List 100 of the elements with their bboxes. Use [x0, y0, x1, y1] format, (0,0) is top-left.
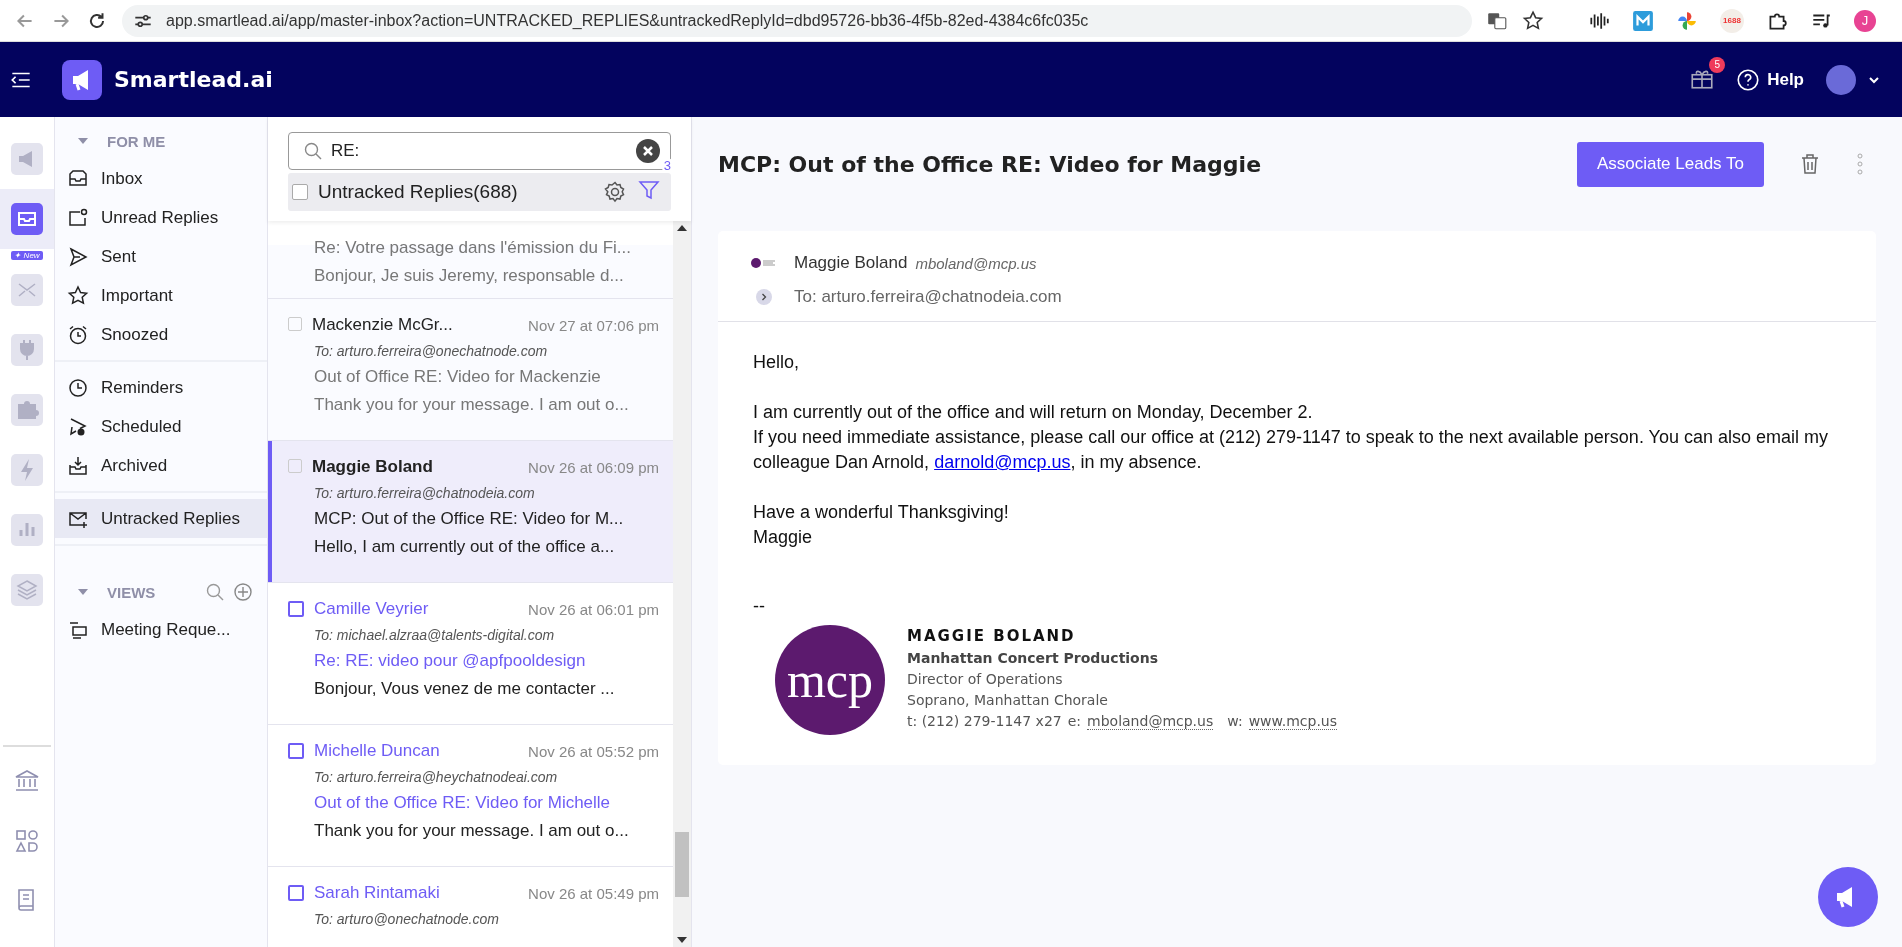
email-preview: Bonjour, Je suis Jeremy, responsable d...	[313, 266, 625, 286]
scroll-thumb[interactable]	[675, 832, 689, 897]
nav-item[interactable]: Snoozed	[55, 315, 267, 354]
body-text: I am currently out of the office and will return on Monday, December 2.	[753, 401, 1314, 424]
checkbox[interactable]	[288, 743, 304, 759]
checkbox[interactable]	[288, 459, 302, 473]
puzzle-icon	[11, 394, 43, 426]
email-preview: Thank you for your message. I am out o...	[313, 821, 630, 841]
mail-x-icon	[11, 274, 43, 306]
email-date: Nov 26 at 06:09 pm	[528, 458, 659, 476]
email-label: e:	[1067, 713, 1082, 730]
email-date: Nov 26 at 06:01 pm	[528, 600, 659, 618]
email-preview: Thank you for your message. I am out o...	[313, 395, 630, 415]
recipient-address: To: arturo@onechatnode.com	[313, 911, 500, 927]
company-logo: mcp	[775, 625, 885, 735]
inbox-icon	[11, 203, 43, 235]
nav-item[interactable]: Sent	[55, 237, 267, 276]
signature-name: MAGGIE BOLAND	[907, 627, 1077, 645]
checkbox[interactable]	[288, 601, 304, 617]
checkbox[interactable]	[288, 317, 302, 331]
profile-avatar[interactable]: J	[1854, 9, 1876, 32]
nav-item[interactable]: Inbox	[55, 159, 267, 198]
chart-icon	[11, 514, 43, 546]
email-subject: Out of the Office RE: Video for Michelle	[313, 793, 612, 813]
body-text: If you need immediate assistance, please call our office at (212) 279-1147 to speak to the next available person. You can also email my colleague Dan Arnold, darnold@mcp.us, in my absence.	[753, 426, 1829, 474]
checkbox[interactable]	[288, 885, 304, 901]
recipient-address: To: arturo.ferreira@chatnodeia.com	[794, 287, 1062, 307]
archive-icon	[67, 454, 89, 477]
megaphone-icon	[11, 143, 43, 175]
email-item[interactable]: Maggie Boland Nov 26 at 06:09 pm To: arturo.ferreira@chatnodeia.com MCP: Out of the Office RE: Video for M... Hello, I am currently out of the office a...	[268, 441, 673, 583]
clock-icon	[67, 376, 89, 399]
shapes-icon[interactable]	[13, 827, 41, 855]
filter-count: 3	[661, 158, 673, 173]
scrollbar[interactable]	[673, 221, 691, 947]
expand-icon[interactable]	[756, 289, 772, 305]
signature-phone: t: (212) 279-1147 x27	[907, 713, 1062, 730]
nav-item[interactable]: Unread Replies	[55, 198, 267, 237]
layers-icon	[11, 574, 43, 606]
nav-item[interactable]: Untracked Replies	[55, 499, 267, 538]
email-subject-title: MCP: Out of the Office RE: Video for Maggie	[718, 151, 1263, 177]
signature-company: Manhattan Concert Productions	[907, 650, 1160, 666]
associate-leads-button[interactable]: Associate Leads To	[1576, 141, 1764, 187]
nav-item[interactable]: Reminders	[55, 368, 267, 407]
email-subject: MCP: Out of the Office RE: Video for M...	[313, 509, 625, 529]
sender-name: Sarah Rintamaki	[314, 883, 441, 903]
recipient-address: To: arturo.ferreira@onechatnode.com	[313, 343, 549, 359]
scroll-down-icon[interactable]	[677, 937, 687, 943]
body-text: Maggie	[753, 526, 814, 549]
notification-count: 5	[1709, 56, 1726, 73]
email-date: Nov 26 at 05:49 pm	[528, 884, 659, 902]
new-badge: ✦ New	[11, 251, 43, 260]
email-date: Nov 26 at 05:52 pm	[528, 742, 659, 760]
email-subject: Out of Office RE: Video for Mackenzie	[313, 367, 602, 387]
sent-icon	[67, 245, 89, 268]
m-logo-icon[interactable]	[1632, 9, 1654, 32]
extension-badge[interactable]: 1688	[1720, 8, 1744, 33]
settings-icon[interactable]	[603, 180, 627, 204]
help-link[interactable]: Help	[1735, 66, 1804, 93]
pinwheel-icon[interactable]	[1676, 9, 1698, 32]
email-item[interactable]: Mackenzie McGr... Nov 27 at 07:06 pm To: arturo.ferreira@onechatnode.com Out of Office RE: Video for Mackenzie Thank you for your message. I am out o...	[268, 299, 673, 441]
scheduled-icon	[67, 415, 89, 438]
bolt-icon	[11, 454, 43, 486]
recipient-address: To: arturo.ferreira@chatnodeia.com	[313, 485, 536, 501]
chat-launcher-icon[interactable]	[1818, 867, 1878, 927]
unread-icon	[67, 206, 89, 229]
scroll-up-icon[interactable]	[677, 225, 687, 231]
nav-item[interactable]: Archived	[55, 446, 267, 485]
alarm-icon	[67, 323, 89, 346]
signature-email-link[interactable]: mboland@mcp.us	[1087, 713, 1214, 730]
email-subject: Re: RE: video pour @apfpooldesign	[313, 651, 587, 671]
sender-name: Mackenzie McGr...	[312, 315, 454, 335]
address-bar[interactable]: app.smartlead.ai/app/master-inbox?action=UNTRACKED_REPLIES&untrackedReplyId=dbd95726-bb36-4f5b-82ed-4384c6fc035c	[122, 4, 1472, 37]
body-text: Have a wonderful Thanksgiving!	[753, 501, 1010, 524]
email-link[interactable]: darnold@mcp.us	[934, 452, 1071, 472]
megaphone-logo-icon	[62, 59, 102, 100]
filter-icon[interactable]	[637, 178, 661, 202]
sender-email: mboland@mcp.us	[915, 254, 1037, 272]
search-icon[interactable]	[205, 582, 225, 602]
clear-icon[interactable]	[636, 139, 660, 163]
sender-name: Michelle Duncan	[314, 741, 441, 761]
view-item[interactable]: Meeting Reque...	[55, 610, 267, 649]
search-icon	[303, 141, 323, 161]
sender-name: Maggie Boland	[794, 253, 908, 273]
nav-item[interactable]: Scheduled	[55, 407, 267, 446]
body-text: Hello,	[753, 351, 801, 374]
signature-separator: --	[753, 595, 766, 618]
user-avatar[interactable]	[1826, 64, 1856, 95]
signature-role: Soprano, Manhattan Chorale	[907, 692, 1109, 708]
star-icon[interactable]	[1522, 9, 1544, 32]
email-preview: Hello, I am currently out of the office a...	[313, 537, 616, 557]
recipient-address: To: arturo.ferreira@heychatnodeai.com	[313, 769, 559, 785]
nav-item[interactable]: Important	[55, 276, 267, 315]
star-icon	[67, 284, 89, 307]
add-icon[interactable]	[233, 582, 253, 602]
email-date: Nov 27 at 07:06 pm	[528, 316, 659, 334]
list-title: Untracked Replies(688)	[318, 181, 519, 203]
sender-name: Camille Veyrier	[314, 599, 430, 619]
signature-website-link[interactable]: www.mcp.us	[1248, 713, 1337, 730]
select-all-checkbox[interactable]	[292, 184, 308, 200]
website-label: w:	[1227, 713, 1243, 730]
